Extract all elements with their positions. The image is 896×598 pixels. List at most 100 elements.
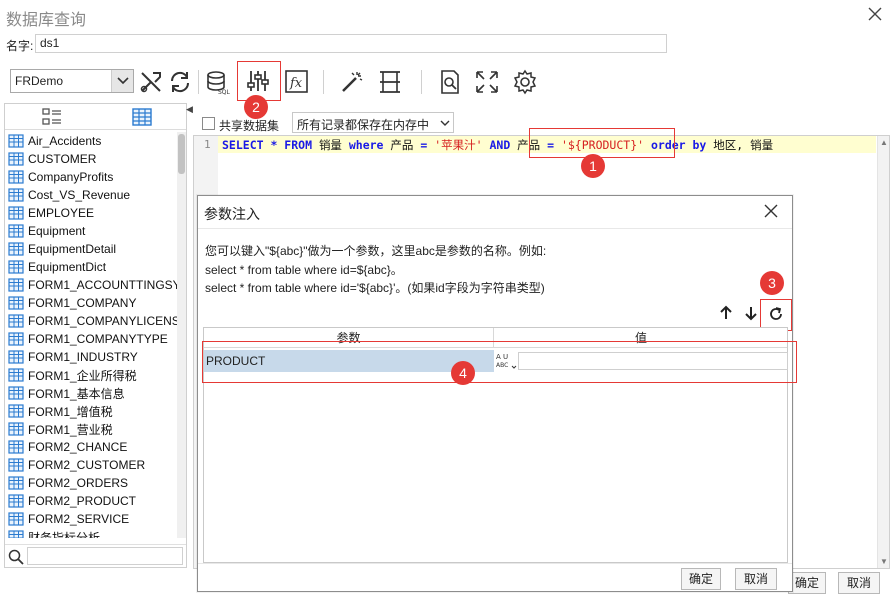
- table-icon: [8, 512, 24, 526]
- toolbar-separator: [323, 70, 324, 94]
- table-list-item[interactable]: EquipmentDict: [5, 258, 177, 276]
- parameter-highlight: [529, 128, 675, 158]
- preview-icon[interactable]: [437, 69, 463, 95]
- table-icon: [8, 440, 24, 454]
- table-name: FORM2_SERVICE: [28, 512, 130, 526]
- sql-operator: =: [413, 138, 435, 152]
- table-icon: [8, 350, 24, 364]
- table-list-item[interactable]: FORM1_COMPANYLICENS: [5, 312, 177, 330]
- table-list-item[interactable]: Equipment: [5, 222, 177, 240]
- column-split-icon[interactable]: [377, 69, 403, 95]
- table-list-item[interactable]: FORM2_PRODUCT: [5, 492, 177, 510]
- parameter-injection-dialog: 参数注入 您可以键入"${abc}"做为一个参数，这里abc是参数的名称。例如:…: [197, 195, 793, 592]
- table-icon: [8, 188, 24, 202]
- sql-text[interactable]: SELECT * FROM 销量 where 产品 = '苹果汁' AND 产品…: [222, 137, 773, 153]
- table-list-item[interactable]: FORM1_COMPANYTYPE: [5, 330, 177, 348]
- table-browser-panel: Air_Accidents CUSTOMER CompanyProfits Cost_…: [4, 103, 187, 568]
- sql-database-icon[interactable]: SQL: [205, 69, 231, 95]
- toolbar-separator: [421, 70, 422, 94]
- table-list-item[interactable]: EMPLOYEE: [5, 204, 177, 222]
- dialog-ok-button[interactable]: 确定: [681, 568, 721, 590]
- table-list-scrollbar[interactable]: [177, 132, 186, 538]
- edit-connection-icon[interactable]: [138, 69, 164, 95]
- editor-scrollbar[interactable]: ▲ ▼: [877, 136, 889, 568]
- table-name: 财务指标分析: [28, 530, 101, 539]
- dialog-cancel-button[interactable]: 取消: [735, 568, 777, 590]
- table-list-item[interactable]: FORM1_ACCOUNTTINGSY: [5, 276, 177, 294]
- table-list-item[interactable]: FORM1_COMPANY: [5, 294, 177, 312]
- table-icon: [8, 476, 24, 490]
- name-input[interactable]: ds1: [35, 34, 667, 53]
- callout-badge-1: 1: [581, 154, 605, 178]
- table-view-icon[interactable]: [131, 107, 153, 127]
- table-list-item[interactable]: CompanyProfits: [5, 168, 177, 186]
- table-list-item[interactable]: FORM1_营业税: [5, 420, 177, 438]
- table-list-item[interactable]: FORM1_企业所得税: [5, 366, 177, 384]
- table-list-item[interactable]: 财务指标分析: [5, 528, 177, 538]
- collapse-panel-icon[interactable]: ◀: [186, 104, 193, 115]
- connection-select[interactable]: FRDemo: [10, 69, 134, 93]
- toolbar-separator: [198, 70, 199, 94]
- table-list-item[interactable]: FORM1_INDUSTRY: [5, 348, 177, 366]
- share-dataset-label: 共享数据集: [219, 119, 280, 133]
- ok-button[interactable]: 确定: [788, 572, 826, 594]
- table-name: Air_Accidents: [28, 134, 102, 148]
- table-name: Equipment: [28, 224, 86, 238]
- table-icon: [8, 422, 24, 436]
- table-name: CUSTOMER: [28, 152, 97, 166]
- parameter-row-highlight: [202, 341, 797, 383]
- sql-identifier: 产品: [390, 138, 414, 152]
- table-name: Cost_VS_Revenue: [28, 188, 131, 202]
- table-icon: [8, 170, 24, 184]
- name-label: 名字:: [6, 39, 34, 53]
- table-name: FORM1_COMPANY: [28, 296, 137, 310]
- left-panel-tabs: [5, 104, 186, 130]
- table-search-row: [5, 544, 186, 566]
- list-view-icon[interactable]: [41, 107, 63, 127]
- sql-identifier: 销量: [318, 138, 342, 152]
- table-list-item[interactable]: Cost_VS_Revenue: [5, 186, 177, 204]
- magic-wand-icon[interactable]: [339, 69, 365, 95]
- table-icon: [8, 332, 24, 346]
- cancel-button[interactable]: 取消: [838, 572, 880, 594]
- table-icon: [8, 296, 24, 310]
- table-list-item[interactable]: EquipmentDetail: [5, 240, 177, 258]
- fullscreen-icon[interactable]: [474, 69, 500, 95]
- arrow-down-icon[interactable]: [744, 305, 758, 321]
- table-name: FORM1_营业税: [28, 422, 113, 437]
- table-name: FORM2_CUSTOMER: [28, 458, 146, 472]
- table-icon: [8, 206, 24, 220]
- table-icon: [8, 368, 24, 382]
- close-icon[interactable]: [866, 5, 884, 23]
- table-list-item[interactable]: FORM1_基本信息: [5, 384, 177, 402]
- formula-icon[interactable]: fx: [284, 69, 310, 95]
- table-search-input[interactable]: [27, 547, 183, 565]
- table-list-item[interactable]: Air_Accidents: [5, 132, 177, 150]
- chevron-down-icon[interactable]: [111, 70, 133, 92]
- close-icon[interactable]: [763, 203, 779, 219]
- refresh-icon[interactable]: [167, 69, 193, 95]
- table-icon: [8, 530, 24, 538]
- line-number: 1: [204, 138, 211, 151]
- table-icon: [8, 386, 24, 400]
- table-list-item[interactable]: CUSTOMER: [5, 150, 177, 168]
- table-name: FORM1_企业所得税: [28, 368, 137, 383]
- cache-mode-select[interactable]: 所有记录都保存在内存中: [292, 112, 454, 133]
- table-list-item[interactable]: FORM2_CHANCE: [5, 438, 177, 456]
- settings-gear-icon[interactable]: [512, 69, 538, 95]
- chevron-down-icon: [440, 120, 450, 126]
- search-icon: [8, 549, 24, 565]
- callout-badge-2: 2: [244, 95, 268, 119]
- table-list-item[interactable]: FORM2_ORDERS: [5, 474, 177, 492]
- share-dataset-checkbox[interactable]: [202, 117, 215, 130]
- table-list-item[interactable]: FORM1_增值税: [5, 402, 177, 420]
- table-name: EquipmentDict: [28, 260, 107, 274]
- table-icon: [8, 458, 24, 472]
- table-list-item[interactable]: FORM2_SERVICE: [5, 510, 177, 528]
- table-list-item[interactable]: FORM2_CUSTOMER: [5, 456, 177, 474]
- table-name: EMPLOYEE: [28, 206, 95, 220]
- table-list: Air_Accidents CUSTOMER CompanyProfits Cost_…: [5, 132, 177, 538]
- arrow-up-icon[interactable]: [719, 305, 733, 321]
- svg-text:fx: fx: [289, 76, 303, 91]
- sql-keyword: where: [341, 138, 391, 152]
